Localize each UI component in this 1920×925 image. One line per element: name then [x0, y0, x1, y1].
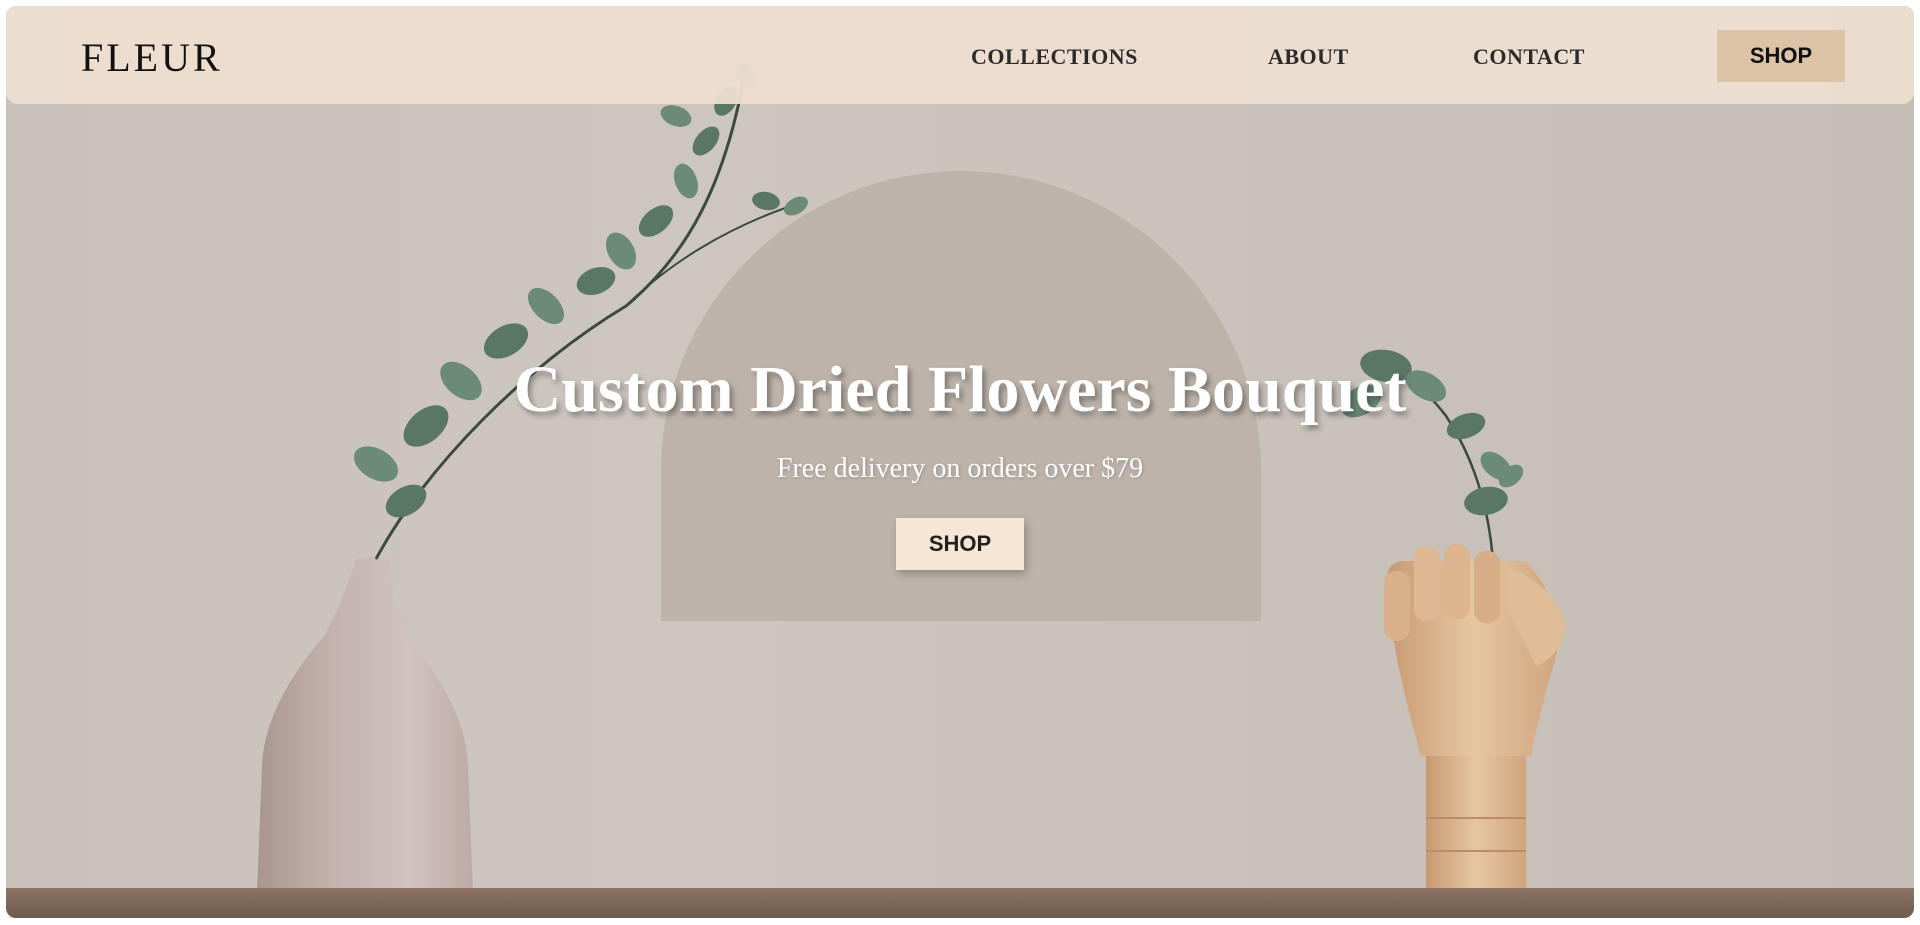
wooden-hand-illustration [1384, 544, 1566, 918]
vase-illustration [256, 557, 474, 918]
top-navbar: FLEUR COLLECTIONS ABOUT CONTACT SHOP [6, 6, 1914, 104]
nav-link-contact[interactable]: CONTACT [1473, 44, 1585, 70]
hero-shop-button[interactable]: SHOP [896, 518, 1024, 570]
nav-link-about[interactable]: ABOUT [1268, 44, 1349, 70]
brand-logo[interactable]: FLEUR [81, 34, 223, 81]
nav-shop-button[interactable]: SHOP [1717, 30, 1845, 82]
nav-link-collections[interactable]: COLLECTIONS [971, 44, 1138, 70]
hero-subtitle: Free delivery on orders over $79 [776, 453, 1144, 484]
hero-title: Custom Dried Flowers Bouquet [513, 353, 1407, 426]
